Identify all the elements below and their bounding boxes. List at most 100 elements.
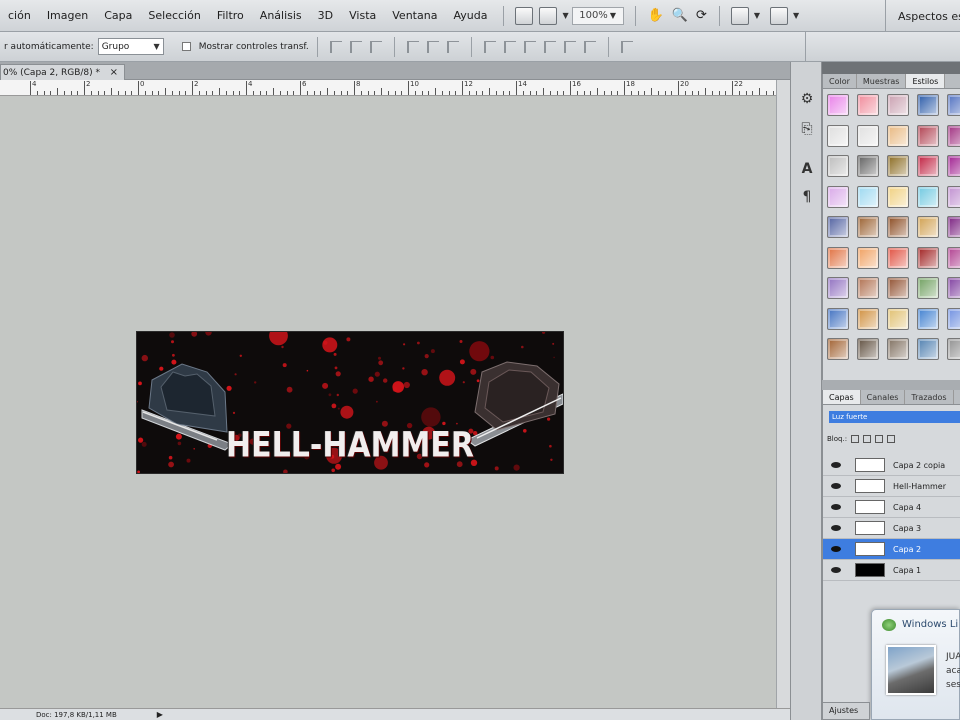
vertical-scrollbar[interactable]	[776, 80, 790, 708]
tab-color[interactable]: Color	[823, 74, 857, 88]
style-swatch[interactable]	[917, 185, 939, 208]
style-swatch[interactable]	[917, 216, 939, 238]
style-swatch[interactable]	[947, 338, 960, 360]
hand-tool-icon[interactable]: ✋	[648, 8, 664, 23]
align-bottom-icon[interactable]	[369, 40, 382, 53]
style-swatch[interactable]	[827, 94, 849, 116]
style-swatch[interactable]	[827, 277, 849, 299]
layer-row[interactable]: Capa 1	[823, 560, 960, 581]
style-swatch[interactable]	[917, 246, 939, 269]
style-swatch[interactable]	[947, 155, 960, 177]
style-swatch[interactable]	[887, 338, 909, 360]
show-transform-checkbox[interactable]	[181, 42, 191, 51]
style-swatch[interactable]	[857, 185, 879, 208]
layer-row[interactable]: Capa 4	[823, 497, 960, 518]
style-swatch[interactable]	[947, 277, 960, 299]
layer-row[interactable]: Capa 3	[823, 518, 960, 539]
style-swatch[interactable]	[887, 307, 909, 330]
chevron-down-icon[interactable]: ▼	[793, 11, 799, 20]
distribute-top-icon[interactable]	[483, 40, 496, 53]
lock-pixels-icon[interactable]	[863, 435, 872, 443]
menu-item-seleccion[interactable]: Selección	[140, 9, 208, 22]
auto-select-dropdown[interactable]: Grupo ▼	[97, 38, 164, 55]
visibility-eye-icon[interactable]	[831, 546, 841, 552]
style-swatch[interactable]	[947, 216, 960, 238]
tab-canales[interactable]: Canales	[861, 390, 906, 404]
messenger-notification[interactable]: Windows Li JUA aca ses	[871, 609, 960, 720]
style-swatch[interactable]	[887, 277, 909, 299]
character-panel-icon[interactable]: A	[798, 160, 816, 178]
style-swatch[interactable]	[857, 155, 879, 177]
bridge-icon[interactable]	[515, 6, 534, 25]
lock-all-icon[interactable]	[887, 435, 896, 443]
visibility-eye-icon[interactable]	[831, 504, 841, 510]
menu-item-3d[interactable]: 3D	[310, 9, 341, 22]
visibility-eye-icon[interactable]	[831, 525, 841, 531]
align-left-icon[interactable]	[406, 40, 419, 53]
document-tab[interactable]: 0% (Capa 2, RGB/8) * ×	[0, 64, 125, 80]
style-swatch[interactable]	[827, 246, 849, 269]
menu-item-ayuda[interactable]: Ayuda	[445, 9, 495, 22]
tool-presets-icon[interactable]: ⚙	[798, 90, 816, 108]
style-swatch[interactable]	[857, 277, 879, 299]
style-swatch[interactable]	[887, 155, 909, 177]
menu-item-capa[interactable]: Capa	[96, 9, 140, 22]
align-vcenter-icon[interactable]	[349, 40, 362, 53]
blend-mode-select[interactable]: Luz fuerte	[829, 411, 960, 423]
layer-row[interactable]: Hell-Hammer	[823, 476, 960, 497]
layer-row[interactable]: Capa 2	[823, 539, 960, 560]
visibility-eye-icon[interactable]	[831, 567, 841, 573]
style-swatch[interactable]	[947, 185, 960, 208]
style-swatch[interactable]	[857, 338, 879, 360]
style-swatch[interactable]	[917, 338, 939, 360]
paragraph-panel-icon[interactable]: ¶	[798, 188, 816, 206]
auto-align-icon[interactable]	[620, 40, 633, 53]
tab-ajustes[interactable]: Ajustes	[822, 702, 870, 720]
style-swatch[interactable]	[887, 94, 909, 116]
style-swatch[interactable]	[917, 94, 939, 116]
panel-dock-header[interactable]	[822, 62, 960, 74]
rotate-view-icon[interactable]: ⟳	[696, 8, 707, 23]
extras-icon[interactable]	[730, 6, 749, 25]
clone-source-icon[interactable]: ⎘	[798, 120, 816, 138]
style-swatch[interactable]	[827, 155, 849, 177]
distribute-left-icon[interactable]	[543, 40, 556, 53]
zoom-tool-icon[interactable]: 🔍	[672, 8, 688, 23]
status-menu-arrow-icon[interactable]: ▶	[157, 710, 163, 719]
menu-item-seleccion-partial[interactable]: ción	[0, 9, 39, 22]
distribute-hcenter-icon[interactable]	[563, 40, 576, 53]
style-swatch[interactable]	[917, 124, 939, 147]
style-swatch[interactable]	[827, 216, 849, 238]
visibility-eye-icon[interactable]	[831, 462, 841, 468]
menu-item-vista[interactable]: Vista	[341, 9, 384, 22]
style-swatch[interactable]	[827, 307, 849, 330]
workspace-switcher[interactable]: Aspectos esen	[885, 0, 960, 32]
style-swatch[interactable]	[857, 216, 879, 238]
style-swatch[interactable]	[827, 185, 849, 208]
chevron-down-icon[interactable]: ▼	[562, 11, 568, 20]
visibility-eye-icon[interactable]	[831, 483, 841, 489]
layer-row[interactable]: Capa 2 copia	[823, 455, 960, 476]
align-right-icon[interactable]	[446, 40, 459, 53]
tab-muestras[interactable]: Muestras	[857, 74, 907, 88]
menu-item-filtro[interactable]: Filtro	[209, 9, 252, 22]
style-swatch[interactable]	[857, 246, 879, 269]
style-swatch[interactable]	[827, 124, 849, 147]
horizontal-ruler[interactable]: 4 2 0 2 4 6 8 10 12 14 16 18 20 22	[0, 80, 776, 96]
style-swatch[interactable]	[947, 94, 960, 116]
style-swatch[interactable]	[857, 94, 879, 116]
align-hcenter-icon[interactable]	[426, 40, 439, 53]
banner-image[interactable]: HELL-HAMMER	[136, 331, 564, 474]
zoom-level-select[interactable]: 100% ▼	[571, 6, 624, 25]
style-swatch[interactable]	[887, 246, 909, 269]
style-swatch[interactable]	[917, 307, 939, 330]
style-swatch[interactable]	[947, 124, 960, 147]
style-swatch[interactable]	[917, 155, 939, 177]
menu-item-imagen[interactable]: Imagen	[39, 9, 96, 22]
style-swatch[interactable]	[887, 185, 909, 208]
style-swatch[interactable]	[887, 124, 909, 147]
menu-item-analisis[interactable]: Análisis	[252, 9, 310, 22]
chevron-down-icon[interactable]: ▼	[754, 11, 760, 20]
style-swatch[interactable]	[857, 307, 879, 330]
style-swatch[interactable]	[917, 277, 939, 299]
